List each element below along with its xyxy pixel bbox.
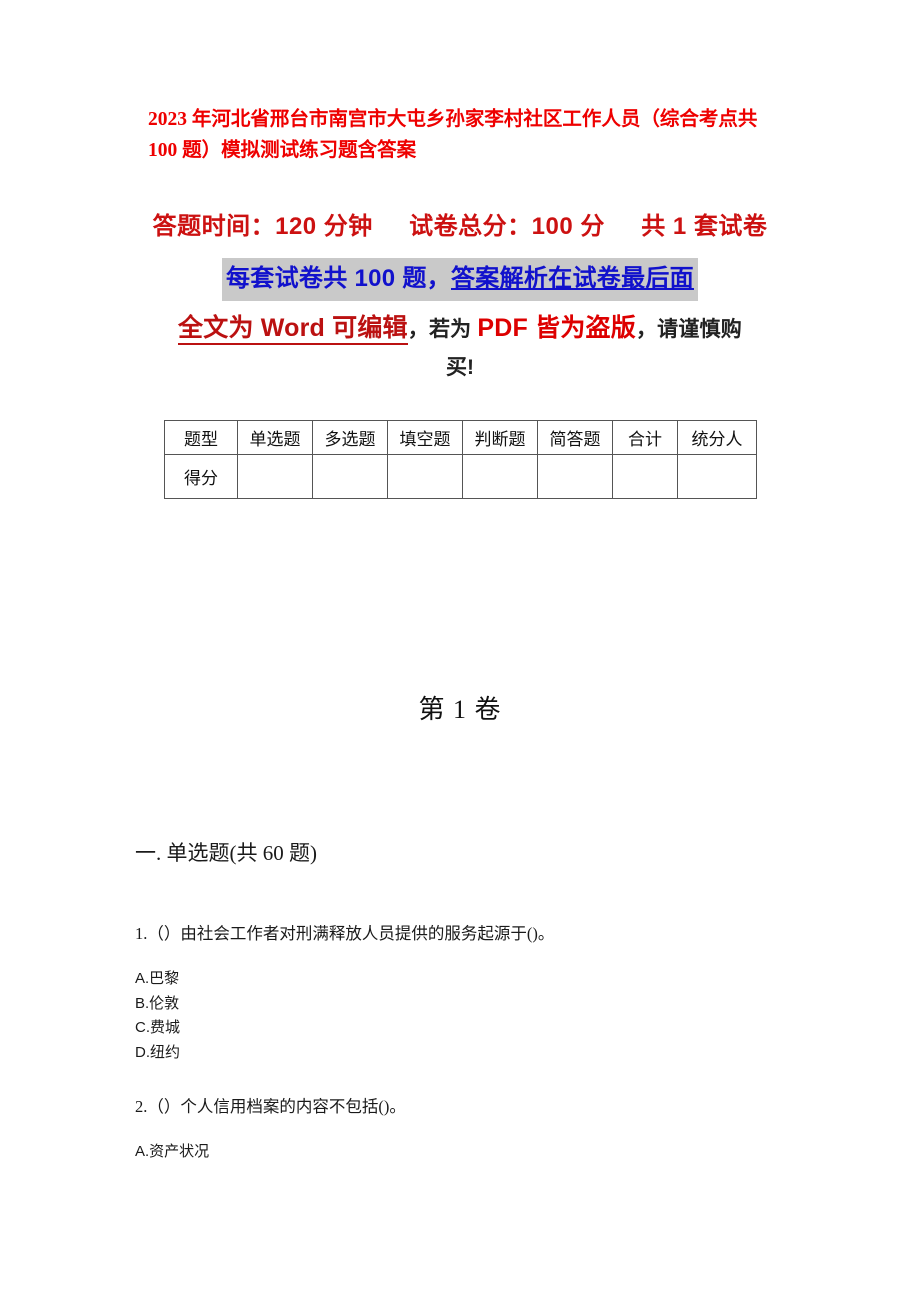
piracy-notice-mid: ，若为 (407, 318, 478, 341)
option-d[interactable]: D.纽约 (135, 1041, 835, 1066)
table-row-header: 题型 单选题 多选题 填空题 判断题 简答题 合计 统分人 (164, 420, 757, 455)
document-page: 2023 年河北省邢台市南宫市大屯乡孙家李村社区工作人员（综合考点共 100 题… (0, 0, 920, 1302)
table-header-cell: 题型 (164, 420, 238, 455)
question-stem: 1.（）由社会工作者对刑满释放人员提供的服务起源于()。 (135, 924, 555, 943)
question-spacer (135, 1065, 835, 1095)
highlight-note-row: 每套试卷共 100 题，答案解析在试卷最后面 (0, 258, 920, 301)
score-table: 题型 单选题 多选题 填空题 判断题 简答题 合计 统分人 得分 (164, 420, 757, 499)
section-heading-single-choice: 一. 单选题(共 60 题) (135, 841, 317, 865)
word-editable-note: 全文为 Word 可编辑 (178, 314, 408, 345)
table-header-cell: 填空题 (387, 420, 463, 455)
option-c[interactable]: C.费城 (135, 1016, 835, 1041)
table-header-cell: 判断题 (462, 420, 538, 455)
table-header-cell: 统分人 (677, 420, 757, 455)
score-table-body: 题型 单选题 多选题 填空题 判断题 简答题 合计 统分人 得分 (164, 420, 757, 499)
table-row: 得分 (164, 454, 757, 499)
exam-info-line: 答题时间：120 分钟 试卷总分：100 分 共 1 套试卷 (0, 210, 920, 244)
score-cell[interactable] (387, 454, 463, 499)
answer-time-label: 答题时间：120 分钟 (152, 213, 373, 240)
score-cell[interactable] (237, 454, 313, 499)
question-item: 2.（）个人信用档案的内容不包括()。 A.资产状况 (135, 1095, 835, 1165)
document-title: 2023 年河北省邢台市南宫市大屯乡孙家李村社区工作人员（综合考点共 100 题… (148, 109, 758, 161)
piracy-notice-tail: ，请谨慎购 (635, 318, 742, 341)
score-cell[interactable] (677, 454, 757, 499)
volume-heading: 第 1 卷 (418, 695, 502, 724)
question-list: 1.（）由社会工作者对刑满释放人员提供的服务起源于()。 A.巴黎 B.伦敦 C… (135, 922, 835, 1165)
score-cell[interactable] (462, 454, 538, 499)
set-count-label: 共 1 套试卷 (641, 213, 768, 240)
question-item: 1.（）由社会工作者对刑满释放人员提供的服务起源于()。 A.巴黎 B.伦敦 C… (135, 922, 835, 1065)
question-options: A.资产状况 (135, 1140, 835, 1165)
answer-analysis-link[interactable]: 答案解析在试卷最后面 (451, 265, 694, 292)
score-cell[interactable] (312, 454, 388, 499)
table-header-cell: 简答题 (537, 420, 613, 455)
piracy-notice-last-line: 买! (446, 356, 474, 379)
highlight-note-prefix: 每套试卷共 100 题， (226, 265, 451, 292)
table-header-cell: 单选题 (237, 420, 313, 455)
option-a[interactable]: A.资产状况 (135, 1140, 835, 1165)
piracy-notice-line: 全文为 Word 可编辑，若为 PDF 皆为盗版，请谨慎购 (0, 306, 920, 352)
table-row-label: 得分 (164, 454, 238, 499)
option-b[interactable]: B.伦敦 (135, 992, 835, 1017)
score-cell[interactable] (537, 454, 613, 499)
question-options: A.巴黎 B.伦敦 C.费城 D.纽约 (135, 967, 835, 1065)
table-header-cell: 多选题 (312, 420, 388, 455)
table-header-cell: 合计 (612, 420, 678, 455)
highlight-note: 每套试卷共 100 题，答案解析在试卷最后面 (222, 258, 698, 301)
question-stem: 2.（）个人信用档案的内容不包括()。 (135, 1097, 406, 1116)
pdf-pirated-note: PDF 皆为盗版 (477, 314, 636, 342)
total-score-label: 试卷总分：100 分 (409, 213, 605, 240)
option-a[interactable]: A.巴黎 (135, 967, 835, 992)
score-cell[interactable] (612, 454, 678, 499)
